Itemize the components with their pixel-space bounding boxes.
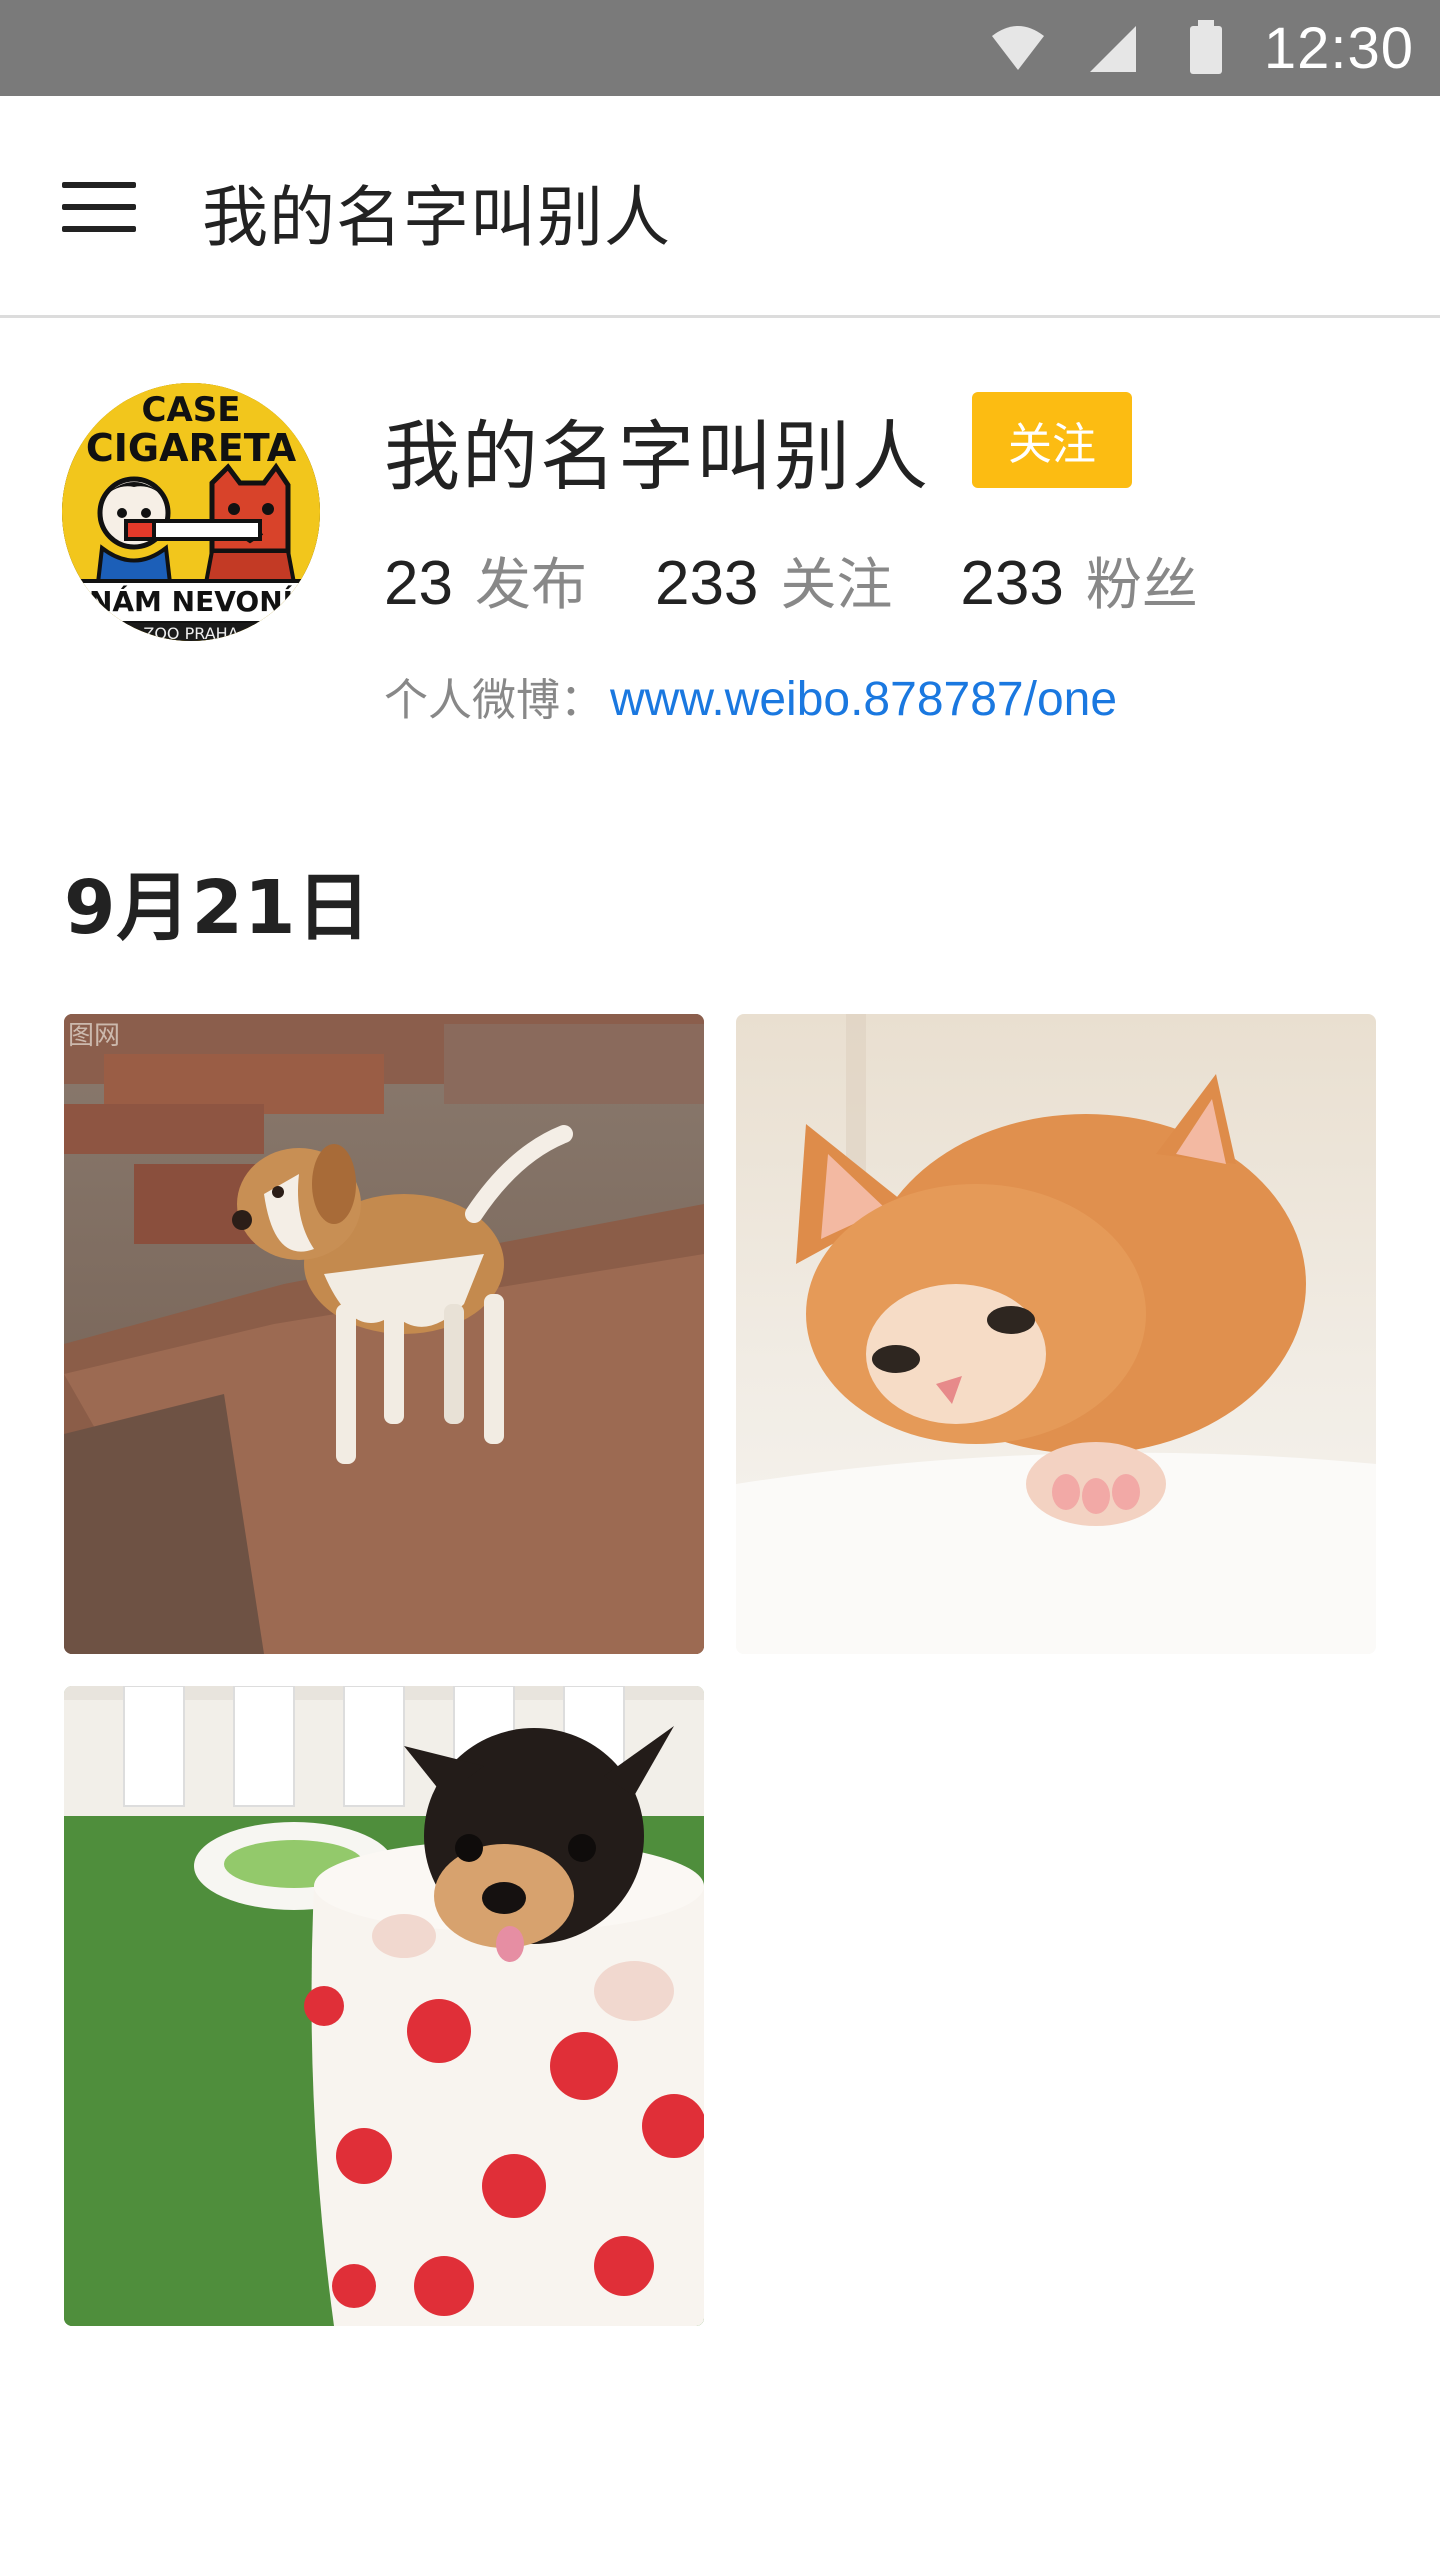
avatar-text-footer: ZOO PRAHA (143, 624, 238, 641)
avatar-text-middle: CIGARETA (86, 426, 297, 470)
stat-posts[interactable]: 23 发布 (384, 540, 587, 621)
stat-following[interactable]: 233 关注 (655, 540, 892, 621)
blog-link[interactable]: www.weibo.878787/one (610, 672, 1117, 727)
puppy-in-polka-dot-cup-photo[interactable] (64, 1686, 704, 2326)
follow-button[interactable]: 关注 (972, 392, 1132, 488)
wifi-icon (991, 26, 1044, 70)
hamburger-menu-icon[interactable] (58, 176, 138, 238)
stat-count: 233 (960, 549, 1064, 618)
post-date: 9月21日 (64, 865, 372, 951)
battery-icon (1189, 20, 1222, 74)
avatar-artwork: CASE CIGARETA NÁM NEVONÍ ZOO PRAHA (62, 383, 320, 641)
stat-count: 23 (384, 549, 453, 618)
profile-name: 我的名字叫别人 (384, 412, 930, 501)
photo-image (64, 1686, 704, 2326)
stat-followers[interactable]: 233 粉丝 (960, 540, 1197, 621)
blog-row: 个人微博： www.weibo.878787/one (384, 664, 1117, 728)
signal-icon (1089, 26, 1136, 72)
stat-label: 关注 (780, 553, 893, 618)
status-bar: 12:30 (0, 0, 1440, 96)
avatar-text-top: CASE (142, 390, 241, 430)
status-time: 12:30 (1263, 15, 1414, 81)
profile-stats: 23 发布 233 关注 233 粉丝 (384, 540, 1266, 621)
photo-image: 图网 (64, 1014, 704, 1654)
puppy-on-rocks-photo[interactable]: 图网 (64, 1014, 704, 1654)
orange-kitten-photo[interactable] (736, 1014, 1376, 1654)
status-icons: 12:30 (990, 0, 1414, 96)
app-bar: 我的名字叫别人 (0, 96, 1440, 318)
avatar[interactable]: CASE CIGARETA NÁM NEVONÍ ZOO PRAHA (62, 383, 320, 641)
stat-label: 粉丝 (1085, 553, 1198, 618)
stat-count: 233 (654, 549, 759, 618)
app-bar-title: 我的名字叫别人 (202, 179, 671, 256)
photo-watermark: 图网 (68, 1021, 120, 1051)
stat-label: 发布 (474, 553, 587, 618)
photo-image (736, 1014, 1376, 1654)
avatar-text-bottom: NÁM NEVONÍ (89, 584, 293, 618)
blog-label: 个人微博： (384, 675, 604, 726)
